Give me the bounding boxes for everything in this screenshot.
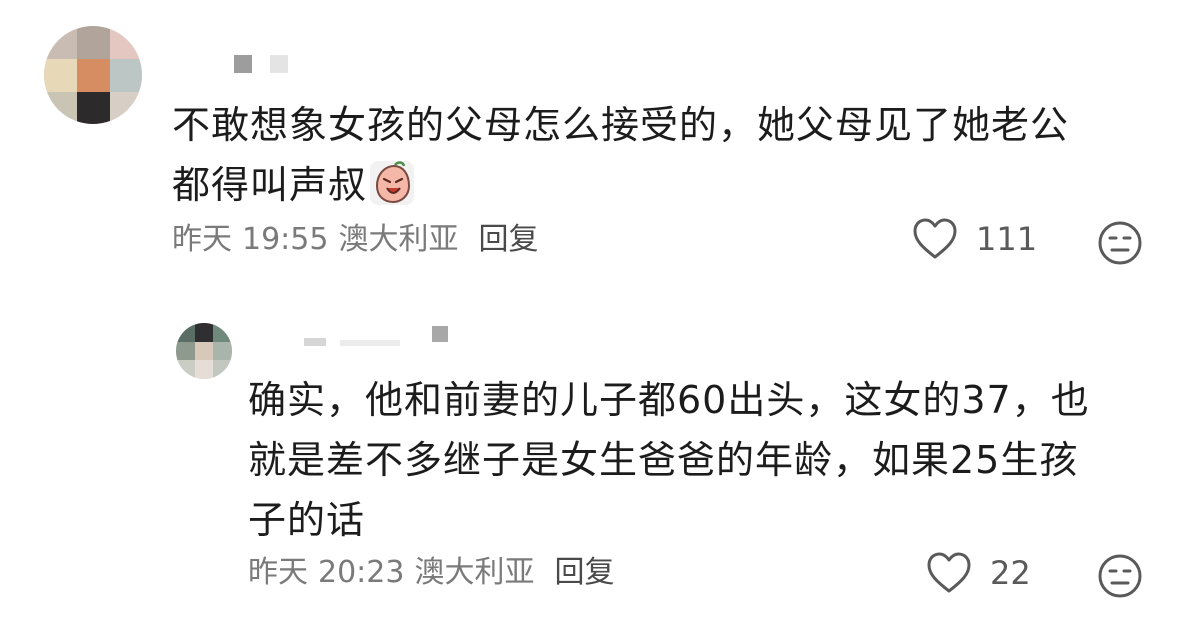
reply-button[interactable]: 回复: [478, 220, 538, 260]
neutral-face-icon[interactable]: [1097, 220, 1143, 266]
neutral-face-icon[interactable]: [1097, 553, 1143, 599]
heart-outline-icon: [913, 218, 957, 259]
crying-face-emoji: [370, 161, 415, 205]
comment-date: 昨天: [172, 222, 232, 257]
like-button[interactable]: 22: [926, 552, 1031, 594]
comment-meta: 昨天 20:23 澳大利亚 回复: [248, 553, 614, 593]
like-button[interactable]: 111: [912, 218, 1037, 260]
like-count: 111: [976, 220, 1038, 258]
comment-line: 确实，他和前妻的儿子都60出头，这女的37，也: [248, 378, 1090, 422]
comment-time: 19:55: [242, 222, 329, 257]
comment-location: 澳大利亚: [414, 555, 535, 590]
comment-line: 都得叫声叔: [172, 155, 1152, 215]
like-count: 22: [990, 554, 1031, 592]
heart-outline-icon: [927, 552, 971, 593]
comment-date: 昨天: [248, 555, 308, 590]
username-redacted[interactable]: [300, 326, 470, 346]
comment-text: 不敢想象女孩的父母怎么接受的，她父母见了她老公 都得叫声叔: [172, 95, 1152, 215]
avatar[interactable]: [44, 26, 142, 124]
comment-line: 子的话: [248, 498, 366, 542]
comment-text: 确实，他和前妻的儿子都60出头，这女的37，也 就是差不多继子是女生爸爸的年龄，…: [248, 370, 1148, 550]
reply-button[interactable]: 回复: [554, 553, 614, 593]
comment-line-text: 都得叫声叔: [172, 163, 368, 207]
username-redacted[interactable]: [234, 55, 294, 73]
avatar[interactable]: [176, 323, 232, 379]
comment-line: 不敢想象女孩的父母怎么接受的，她父母见了她老公: [172, 103, 1070, 147]
comment-time: 20:23: [318, 555, 405, 590]
comment-meta: 昨天 19:55 澳大利亚 回复: [172, 220, 538, 260]
comment-line: 就是差不多继子是女生爸爸的年龄，如果25生孩: [248, 438, 1079, 482]
comment-location: 澳大利亚: [338, 222, 459, 257]
